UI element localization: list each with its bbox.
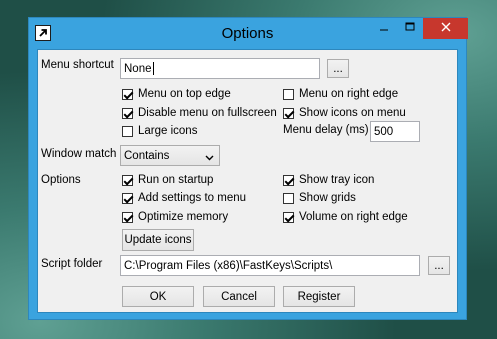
close-icon — [441, 22, 451, 35]
optimize-memory-checkbox[interactable]: Optimize memory — [122, 210, 228, 224]
minimize-button[interactable] — [371, 18, 397, 39]
checkbox-unchecked-icon — [122, 125, 133, 137]
minimize-icon — [379, 22, 389, 35]
menu-delay-input[interactable]: 500 — [370, 121, 420, 142]
window-match-label: Window match — [41, 148, 117, 160]
checkbox-checked-icon — [283, 174, 294, 186]
checkbox-checked-icon — [122, 211, 133, 223]
register-button[interactable]: Register — [283, 286, 355, 307]
checkbox-label: Optimize memory — [138, 211, 229, 223]
volume-on-right-edge-checkbox[interactable]: Volume on right edge — [283, 210, 408, 224]
options-panel: Menu shortcut None ... Menu on top edge … — [37, 49, 458, 313]
update-icons-button[interactable]: Update icons — [122, 229, 194, 251]
checkbox-label: Volume on right edge — [299, 211, 408, 223]
options-label: Options — [41, 174, 81, 186]
menu-shortcut-value: None — [124, 62, 152, 75]
cancel-button[interactable]: Cancel — [203, 286, 275, 307]
options-window: Options Menu shortcut None ... Menu on t… — [28, 17, 468, 320]
add-settings-to-menu-checkbox[interactable]: Add settings to menu — [122, 191, 246, 205]
menu-shortcut-label: Menu shortcut — [41, 59, 114, 71]
checkbox-checked-icon — [122, 174, 133, 186]
ok-button[interactable]: OK — [122, 286, 194, 307]
menu-on-right-edge-checkbox[interactable]: Menu on right edge — [283, 87, 398, 101]
show-grids-checkbox[interactable]: Show grids — [283, 191, 356, 205]
checkbox-label: Add settings to menu — [138, 192, 247, 204]
window-match-value: Contains — [124, 149, 170, 162]
checkbox-label: Run on startup — [138, 174, 214, 186]
maximize-icon — [405, 22, 415, 35]
show-icons-on-menu-checkbox[interactable]: Show icons on menu — [283, 106, 406, 120]
checkbox-checked-icon — [122, 192, 133, 204]
menu-delay-label: Menu delay (ms) — [283, 124, 369, 136]
checkbox-label: Disable menu on fullscreen — [138, 107, 277, 119]
maximize-button[interactable] — [397, 18, 423, 39]
window-match-select[interactable]: Contains — [120, 145, 220, 166]
checkbox-label: Menu on top edge — [138, 88, 231, 100]
menu-shortcut-input[interactable]: None — [120, 58, 320, 79]
checkbox-label: Show icons on menu — [299, 107, 406, 119]
disable-menu-fullscreen-checkbox[interactable]: Disable menu on fullscreen — [122, 106, 277, 120]
script-folder-label: Script folder — [41, 258, 103, 270]
checkbox-label: Show grids — [299, 192, 356, 204]
checkbox-label: Show tray icon — [299, 174, 375, 186]
script-folder-browse-button[interactable]: ... — [428, 256, 450, 275]
large-icons-checkbox[interactable]: Large icons — [122, 124, 197, 138]
checkbox-checked-icon — [122, 107, 133, 119]
run-on-startup-checkbox[interactable]: Run on startup — [122, 173, 213, 187]
title-bar[interactable]: Options — [29, 18, 468, 48]
menu-on-top-edge-checkbox[interactable]: Menu on top edge — [122, 87, 231, 101]
menu-shortcut-browse-button[interactable]: ... — [327, 59, 349, 78]
script-folder-input[interactable]: C:\Program Files (x86)\FastKeys\Scripts\ — [120, 255, 420, 276]
show-tray-icon-checkbox[interactable]: Show tray icon — [283, 173, 374, 187]
checkbox-checked-icon — [283, 107, 294, 119]
chevron-down-icon — [205, 152, 214, 164]
checkbox-label: Large icons — [138, 125, 198, 137]
checkbox-checked-icon — [283, 211, 294, 223]
close-button[interactable] — [423, 18, 468, 39]
text-caret — [152, 62, 154, 75]
checkbox-unchecked-icon — [283, 192, 294, 204]
checkbox-checked-icon — [122, 88, 133, 100]
checkbox-label: Menu on right edge — [299, 88, 399, 100]
checkbox-unchecked-icon — [283, 88, 294, 100]
